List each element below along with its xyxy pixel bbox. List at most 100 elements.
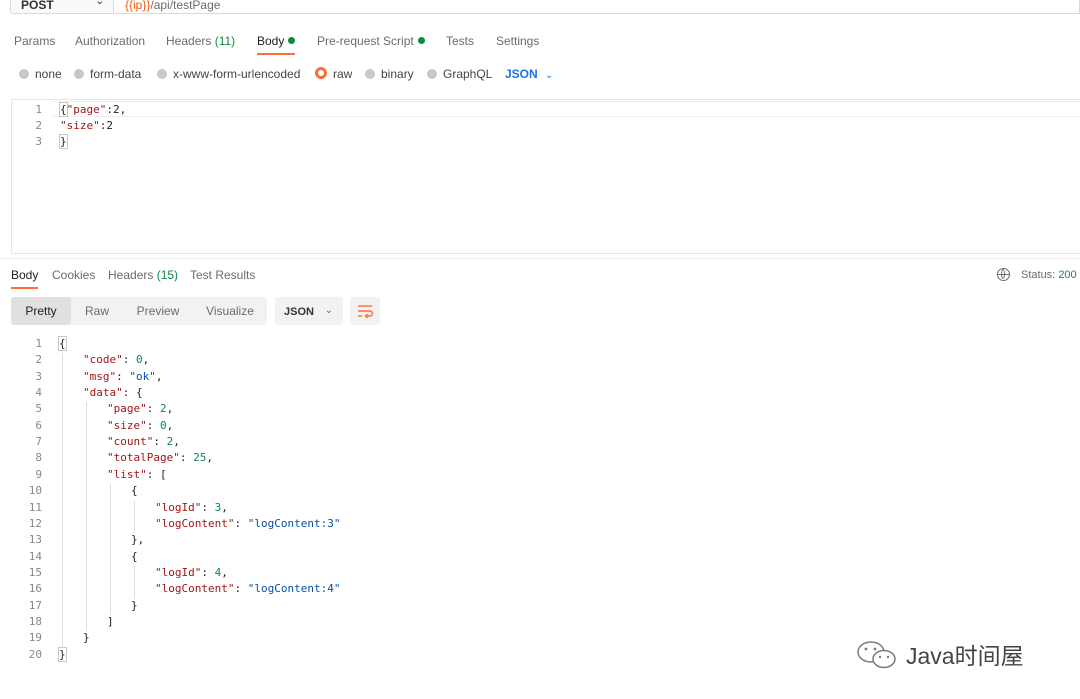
line-number: 17 <box>28 598 42 612</box>
line-number: 12 <box>28 516 42 530</box>
tab-label: Cookies <box>52 268 96 282</box>
radio-icon <box>157 69 167 79</box>
line-number: 18 <box>28 614 42 628</box>
code-line: ] <box>107 615 114 628</box>
tab-body[interactable]: Body <box>257 34 296 48</box>
punctuation: , <box>173 435 180 449</box>
line-number: 8 <box>35 451 42 465</box>
button-label: Raw <box>84 304 109 318</box>
body-format-select[interactable]: JSON ⌄ <box>505 67 553 81</box>
active-tab-underline <box>11 287 38 289</box>
tab-label: Authorization <box>75 34 146 48</box>
line-number: 1 <box>35 103 42 116</box>
radio-binary[interactable]: binary <box>365 67 414 81</box>
view-pretty-button[interactable]: Pretty <box>11 297 71 325</box>
view-visualize-button[interactable]: Visualize <box>195 297 265 325</box>
code-line: }, <box>131 533 144 546</box>
tab-settings[interactable]: Settings <box>496 34 539 48</box>
json-key: "logId" <box>155 565 202 579</box>
punctuation: : <box>201 565 215 579</box>
active-tab-underline <box>257 53 295 55</box>
code-line: "size":2 <box>60 119 113 132</box>
punctuation: } <box>58 646 67 662</box>
tab-label: Tests <box>446 34 475 48</box>
wrap-lines-button[interactable] <box>350 297 380 325</box>
json-value: 25 <box>193 451 207 465</box>
tab-authorization[interactable]: Authorization <box>75 34 145 48</box>
line-number: 13 <box>28 533 42 547</box>
json-key: "totalPage" <box>107 451 180 465</box>
line-number: 2 <box>35 119 42 132</box>
line-number: 11 <box>28 500 42 514</box>
punctuation: : <box>153 435 167 449</box>
tab-params[interactable]: Params <box>14 34 55 48</box>
response-tab-cookies[interactable]: Cookies <box>52 268 95 282</box>
tab-label: Body <box>257 34 285 48</box>
tab-headers[interactable]: Headers (11) <box>166 34 235 48</box>
radio-raw[interactable]: raw <box>315 67 352 81</box>
json-value: 2 <box>160 402 167 416</box>
response-tab-test-results[interactable]: Test Results <box>190 268 255 282</box>
response-tab-body[interactable]: Body <box>11 268 38 282</box>
code-line: { <box>131 550 138 563</box>
punctuation: : <box>116 369 130 383</box>
method-select[interactable]: POST ⌄ <box>10 0 114 14</box>
format-label: JSON <box>284 306 314 318</box>
line-number: 7 <box>35 435 42 449</box>
view-raw-button[interactable]: Raw <box>72 297 122 325</box>
response-status: Status: 200 <box>1021 269 1077 281</box>
radio-none[interactable]: none <box>19 67 62 81</box>
tab-pre-request-script[interactable]: Pre-request Script <box>317 34 425 48</box>
button-label: Visualize <box>206 304 254 318</box>
indent-guide <box>62 353 63 648</box>
tab-tests[interactable]: Tests <box>446 34 474 48</box>
code-line: "count": 2, <box>107 435 180 448</box>
json-key: "msg" <box>83 369 117 383</box>
line-number: 15 <box>28 565 42 579</box>
punctuation: , <box>142 353 150 367</box>
punctuation: : <box>234 516 248 530</box>
line-number: 5 <box>35 402 42 416</box>
wrap-lines-icon <box>358 305 374 319</box>
code-line: } <box>131 599 138 612</box>
request-body-editor[interactable] <box>11 99 1080 254</box>
brace: } <box>59 134 68 149</box>
status-label: Status: <box>1021 269 1056 281</box>
punctuation: : { <box>122 386 143 400</box>
tab-label: Headers <box>108 268 154 282</box>
line-number: 3 <box>35 135 42 148</box>
tab-label: Test Results <box>190 268 256 282</box>
json-key: "size" <box>107 418 147 432</box>
json-key: "logId" <box>155 500 202 514</box>
punctuation: }, <box>131 533 145 547</box>
url-input[interactable]: {{ip}}/api/testPage <box>115 0 1080 14</box>
response-tab-headers[interactable]: Headers (15) <box>108 268 178 282</box>
code-line: "msg": "ok", <box>83 370 163 383</box>
punctuation: , <box>221 565 228 579</box>
json-value: "logContent:4" <box>247 582 341 596</box>
indent-guide <box>134 565 135 599</box>
divider <box>0 258 1080 259</box>
watermark-text: Java时间屋 <box>906 643 1024 669</box>
code-line: "list": [ <box>107 468 167 481</box>
radio-form-data[interactable]: form-data <box>74 67 141 81</box>
body-format-label: JSON <box>505 67 538 81</box>
response-format-select[interactable]: JSON ⌄ <box>275 297 343 325</box>
line-number: 2 <box>35 353 42 367</box>
globe-icon[interactable] <box>997 268 1010 281</box>
code-line: "size": 0, <box>107 419 173 432</box>
code-line: "data": { <box>83 386 143 399</box>
json-value: :2 <box>99 119 113 132</box>
punctuation: , <box>221 500 228 514</box>
json-value: 0 <box>160 418 167 432</box>
code-line: } <box>58 646 67 662</box>
radio-x-www-form-urlencoded[interactable]: x-www-form-urlencoded <box>157 67 300 81</box>
view-preview-button[interactable]: Preview <box>127 297 189 325</box>
radio-icon <box>365 69 375 79</box>
radio-graphql[interactable]: GraphQL <box>427 67 492 81</box>
radio-icon <box>74 69 84 79</box>
chevron-down-icon: ⌄ <box>545 70 554 81</box>
punctuation: } <box>131 598 138 612</box>
json-key: "code" <box>83 353 123 367</box>
punctuation: , <box>166 418 174 432</box>
